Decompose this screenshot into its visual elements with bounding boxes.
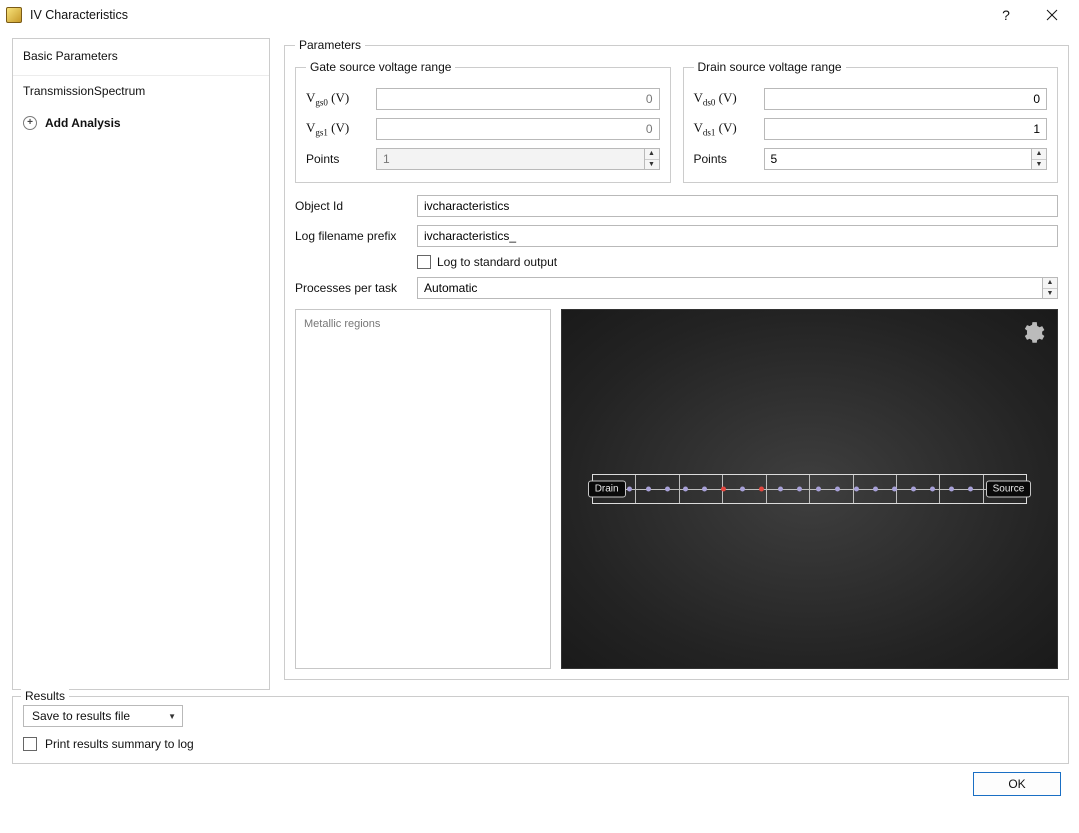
drain-voltage-group: Drain source voltage range Vds0 (V) Vds1… (683, 60, 1059, 183)
log-prefix-label: Log filename prefix (295, 229, 409, 243)
vds0-input[interactable] (764, 88, 1048, 110)
gear-icon[interactable] (1019, 320, 1045, 346)
sidebar: Basic Parameters TransmissionSpectrum + … (12, 38, 270, 690)
help-icon: ? (1002, 7, 1010, 23)
spinner-down-icon[interactable]: ▼ (1043, 289, 1057, 299)
ok-button[interactable]: OK (973, 772, 1061, 796)
log-prefix-input[interactable] (417, 225, 1058, 247)
drain-points-spinner[interactable]: ▲ ▼ (764, 148, 1048, 170)
close-button[interactable] (1029, 0, 1075, 30)
gate-points-input[interactable] (376, 148, 644, 170)
drain-points-label: Points (694, 152, 758, 166)
app-icon (6, 7, 22, 23)
spinner-up-icon[interactable]: ▲ (645, 149, 659, 160)
save-results-dropdown[interactable]: Save to results file ▼ (23, 705, 183, 727)
vgs0-label: Vgs0 (V) (306, 90, 370, 108)
add-analysis-label: Add Analysis (45, 116, 121, 130)
print-summary-label: Print results summary to log (45, 737, 194, 751)
device-source-label: Source (986, 481, 1032, 498)
spinner-up-icon[interactable]: ▲ (1032, 149, 1046, 160)
vds1-input[interactable] (764, 118, 1048, 140)
close-icon (1046, 9, 1058, 21)
add-analysis-button[interactable]: + Add Analysis (13, 106, 269, 140)
spinner-down-icon[interactable]: ▼ (1032, 160, 1046, 170)
chevron-down-icon: ▼ (168, 712, 176, 721)
plus-icon: + (23, 116, 37, 130)
sidebar-header: Basic Parameters (13, 39, 269, 76)
results-group: Results Save to results file ▼ Print res… (12, 696, 1069, 764)
vgs0-input[interactable] (376, 88, 660, 110)
help-button[interactable]: ? (983, 0, 1029, 30)
viewer-3d[interactable]: Drain Source (561, 309, 1058, 669)
log-stdout-checkbox[interactable] (417, 255, 431, 269)
spinner-down-icon[interactable]: ▼ (645, 160, 659, 170)
processes-spinner[interactable]: ▲ ▼ (417, 277, 1058, 299)
metallic-placeholder: Metallic regions (304, 318, 380, 330)
gate-voltage-group: Gate source voltage range Vgs0 (V) Vgs1 … (295, 60, 671, 183)
results-legend: Results (21, 689, 69, 703)
save-results-label: Save to results file (32, 709, 130, 723)
object-id-label: Object Id (295, 199, 409, 213)
processes-label: Processes per task (295, 281, 409, 295)
main-panel: Parameters Gate source voltage range Vgs… (284, 38, 1069, 690)
metallic-regions-panel[interactable]: Metallic regions (295, 309, 551, 669)
drain-points-input[interactable] (764, 148, 1032, 170)
gate-legend: Gate source voltage range (306, 60, 455, 74)
window-title: IV Characteristics (30, 8, 128, 22)
print-summary-checkbox[interactable] (23, 737, 37, 751)
vds0-label: Vds0 (V) (694, 90, 758, 108)
object-id-input[interactable] (417, 195, 1058, 217)
vds1-label: Vds1 (V) (694, 120, 758, 138)
device-drain-label: Drain (588, 481, 626, 498)
gate-points-spinner[interactable]: ▲ ▼ (376, 148, 660, 170)
titlebar: IV Characteristics ? (0, 0, 1079, 30)
drain-legend: Drain source voltage range (694, 60, 846, 74)
parameters-legend: Parameters (295, 38, 365, 52)
processes-input[interactable] (417, 277, 1042, 299)
atom-row (627, 487, 993, 492)
spinner-up-icon[interactable]: ▲ (1043, 278, 1057, 289)
sidebar-item-transmission[interactable]: TransmissionSpectrum (13, 76, 269, 106)
vgs1-input[interactable] (376, 118, 660, 140)
gate-points-label: Points (306, 152, 370, 166)
parameters-group: Parameters Gate source voltage range Vgs… (284, 38, 1069, 680)
vgs1-label: Vgs1 (V) (306, 120, 370, 138)
log-stdout-label: Log to standard output (437, 255, 557, 269)
